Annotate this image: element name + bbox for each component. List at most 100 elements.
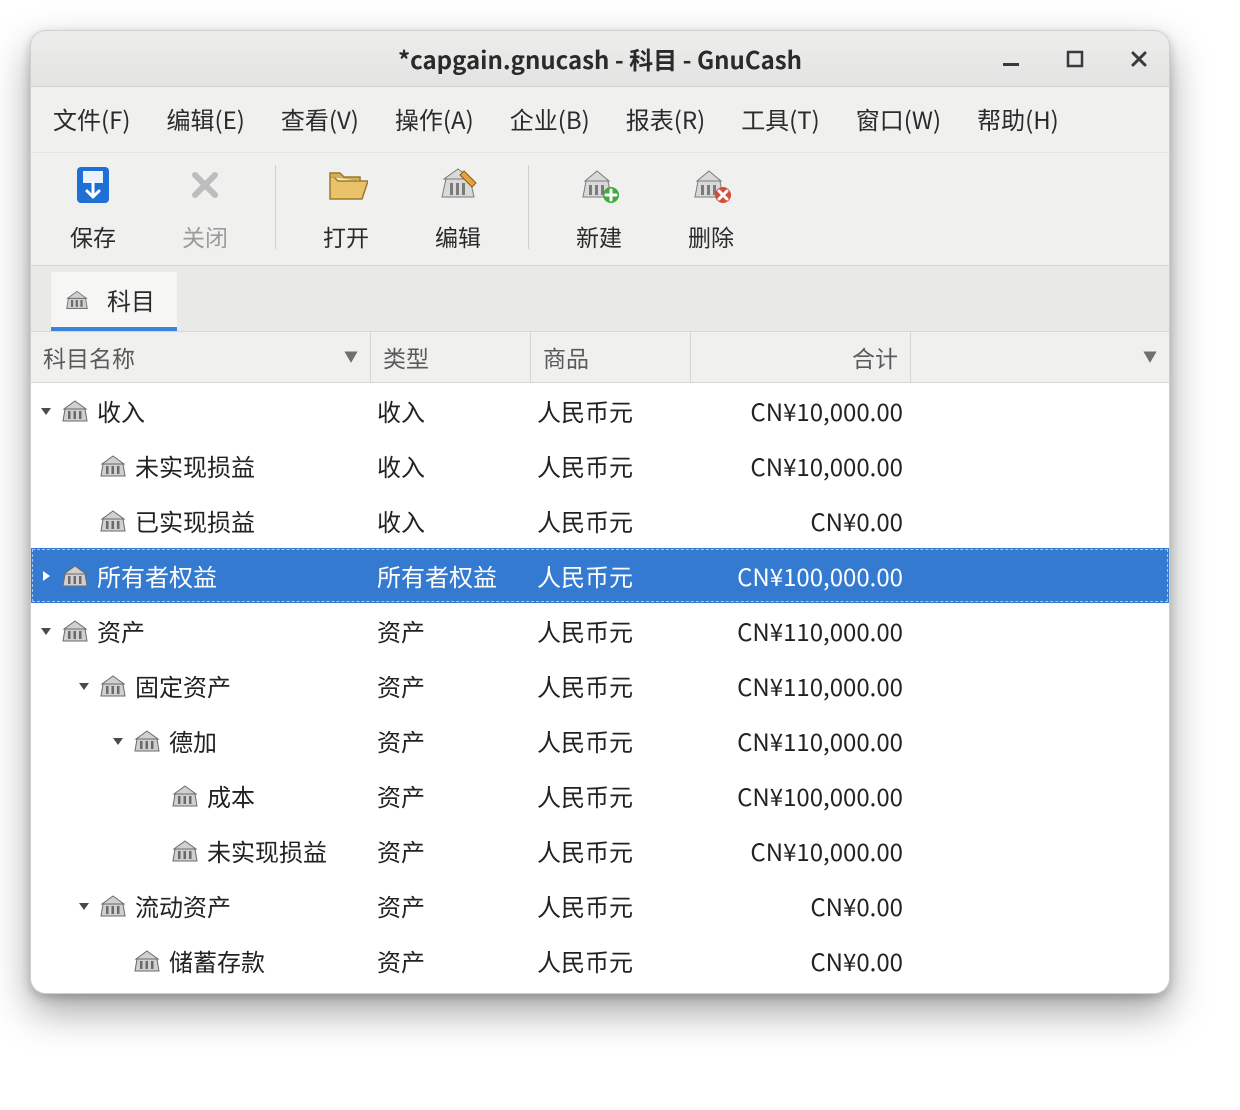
expander-icon[interactable] (37, 404, 55, 418)
toolbar-new[interactable]: 新建 (543, 159, 655, 255)
account-type: 资产 (371, 613, 531, 648)
titlebar[interactable]: *capgain.gnucash - 科目 - GnuCash (31, 31, 1169, 87)
account-commodity: 人民币元 (531, 558, 691, 593)
account-type: 资产 (371, 778, 531, 813)
account-total: CN¥0.00 (691, 943, 911, 978)
tab-accounts[interactable]: 科目 (51, 272, 177, 331)
toolbar-delete[interactable]: 删除 (655, 159, 767, 255)
toolbar-separator (275, 165, 276, 249)
account-type: 资产 (371, 833, 531, 868)
bank-icon (133, 729, 161, 753)
close-icon (183, 163, 227, 207)
column-total-label: 合计 (703, 340, 898, 374)
window-title: *capgain.gnucash - 科目 - GnuCash (398, 41, 802, 76)
account-commodity: 人民币元 (531, 613, 691, 648)
account-type: 资产 (371, 888, 531, 923)
account-commodity: 人民币元 (531, 888, 691, 923)
menu-window[interactable]: 窗口(W) (852, 95, 945, 142)
toolbar-edit[interactable]: 编辑 (402, 159, 514, 255)
menu-view[interactable]: 查看(V) (277, 95, 363, 142)
close-button[interactable] (1125, 45, 1153, 73)
edit-account-icon (436, 163, 480, 207)
account-type: 所有者权益 (371, 558, 531, 593)
column-headers: 科目名称 ▼ 类型 商品 合计 ▼ (31, 331, 1169, 383)
toolbar-delete-label: 删除 (688, 219, 734, 253)
toolbar-open[interactable]: 打开 (290, 159, 402, 255)
bank-icon (61, 564, 89, 588)
expander-icon[interactable] (37, 624, 55, 638)
menu-file[interactable]: 文件(F) (49, 95, 134, 142)
account-row[interactable]: 所有者权益所有者权益人民币元CN¥100,000.00 (31, 548, 1169, 603)
account-total: CN¥10,000.00 (691, 833, 911, 868)
sort-indicator-icon: ▼ (344, 347, 358, 367)
bank-icon (171, 839, 199, 863)
bank-icon (99, 674, 127, 698)
account-row[interactable]: 流动资产 资产人民币元CN¥0.00 (31, 878, 1169, 933)
account-row[interactable]: 成本资产人民币元CN¥100,000.00 (31, 768, 1169, 823)
account-type: 收入 (371, 393, 531, 428)
menu-edit[interactable]: 编辑(E) (162, 95, 248, 142)
column-type-label: 类型 (383, 340, 429, 374)
account-total: CN¥100,000.00 (691, 778, 911, 813)
toolbar-save[interactable]: 保存 (37, 159, 149, 255)
account-name: 德加 (169, 723, 217, 758)
column-header-type[interactable]: 类型 (371, 332, 531, 382)
account-row[interactable]: 德加 资产人民币元CN¥110,000.00 (31, 713, 1169, 768)
menubar: 文件(F) 编辑(E) 查看(V) 操作(A) 企业(B) 报表(R) 工具(T… (31, 87, 1169, 152)
account-total: CN¥10,000.00 (691, 448, 911, 483)
expander-icon[interactable] (109, 734, 127, 748)
menu-business[interactable]: 企业(B) (506, 95, 594, 142)
account-type: 资产 (371, 668, 531, 703)
account-total: CN¥110,000.00 (691, 723, 911, 758)
account-total: CN¥100,000.00 (691, 558, 911, 593)
column-header-commodity[interactable]: 商品 (531, 332, 691, 382)
toolbar: 保存 关闭 打开 编辑 (31, 152, 1169, 265)
account-name: 所有者权益 (97, 558, 217, 593)
expander-icon[interactable] (37, 569, 55, 583)
account-commodity: 人民币元 (531, 833, 691, 868)
expander-icon[interactable] (75, 679, 93, 693)
account-commodity: 人民币元 (531, 393, 691, 428)
menu-help[interactable]: 帮助(H) (973, 95, 1063, 142)
account-type: 收入 (371, 503, 531, 538)
account-row[interactable]: 未实现损益收入人民币元CN¥10,000.00 (31, 438, 1169, 493)
toolbar-open-label: 打开 (323, 219, 369, 253)
expander-icon[interactable] (75, 899, 93, 913)
account-name: 固定资产 (135, 668, 231, 703)
account-total: CN¥110,000.00 (691, 668, 911, 703)
column-commodity-label: 商品 (543, 340, 589, 374)
account-commodity: 人民币元 (531, 943, 691, 978)
account-row[interactable]: 固定资产资产人民币元CN¥110,000.00 (31, 658, 1169, 713)
bank-icon (99, 894, 127, 918)
maximize-button[interactable] (1061, 45, 1089, 73)
account-row[interactable]: 储蓄存款资产人民币元CN¥0.00 (31, 933, 1169, 988)
menu-report[interactable]: 报表(R) (622, 95, 709, 142)
bank-icon (99, 509, 127, 533)
bank-icon (171, 784, 199, 808)
save-icon (71, 163, 115, 207)
toolbar-save-label: 保存 (70, 219, 116, 253)
toolbar-close: 关闭 (149, 159, 261, 255)
account-name: 流动资产 (135, 888, 231, 923)
bank-icon (61, 399, 89, 423)
toolbar-separator (528, 165, 529, 249)
minimize-button[interactable] (997, 45, 1025, 73)
account-commodity: 人民币元 (531, 723, 691, 758)
column-name-label: 科目名称 (43, 340, 135, 374)
column-header-extra[interactable]: ▼ (911, 332, 1169, 382)
account-row[interactable]: 收入收入人民币元CN¥10,000.00 (31, 383, 1169, 438)
menu-action[interactable]: 操作(A) (391, 95, 478, 142)
account-total: CN¥0.00 (691, 888, 911, 923)
account-type: 资产 (371, 943, 531, 978)
accounts-tree[interactable]: 收入收入人民币元CN¥10,000.00未实现损益收入人民币元CN¥10,000… (31, 383, 1169, 993)
app-window: *capgain.gnucash - 科目 - GnuCash 文件(F) 编辑… (30, 30, 1170, 994)
column-header-name[interactable]: 科目名称 ▼ (31, 332, 371, 382)
account-row[interactable]: 未实现损益资产人民币元CN¥10,000.00 (31, 823, 1169, 878)
account-row[interactable]: 已实现损益收入人民币元CN¥0.00 (31, 493, 1169, 548)
account-commodity: 人民币元 (531, 778, 691, 813)
account-row[interactable]: 资产资产人民币元CN¥110,000.00 (31, 603, 1169, 658)
column-header-total[interactable]: 合计 (691, 332, 911, 382)
menu-tools[interactable]: 工具(T) (737, 95, 824, 142)
account-type: 资产 (371, 723, 531, 758)
bank-icon (65, 288, 89, 312)
